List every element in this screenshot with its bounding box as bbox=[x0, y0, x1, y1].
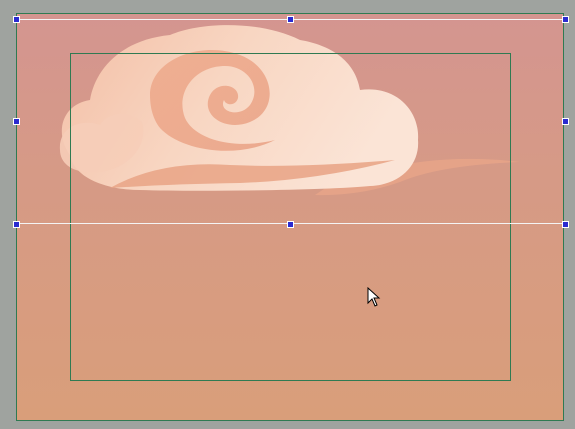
editor-workspace[interactable] bbox=[0, 0, 575, 429]
handle-top-center[interactable] bbox=[287, 16, 294, 23]
handle-bottom-center[interactable] bbox=[287, 221, 294, 228]
handle-bottom-right[interactable] bbox=[562, 221, 569, 228]
handle-top-right[interactable] bbox=[562, 16, 569, 23]
selection-bounding-box[interactable] bbox=[16, 19, 566, 224]
arrow-pointer-icon bbox=[367, 287, 381, 307]
handle-middle-left[interactable] bbox=[13, 118, 20, 125]
handle-bottom-left[interactable] bbox=[13, 221, 20, 228]
handle-middle-right[interactable] bbox=[562, 118, 569, 125]
handle-top-left[interactable] bbox=[13, 16, 20, 23]
